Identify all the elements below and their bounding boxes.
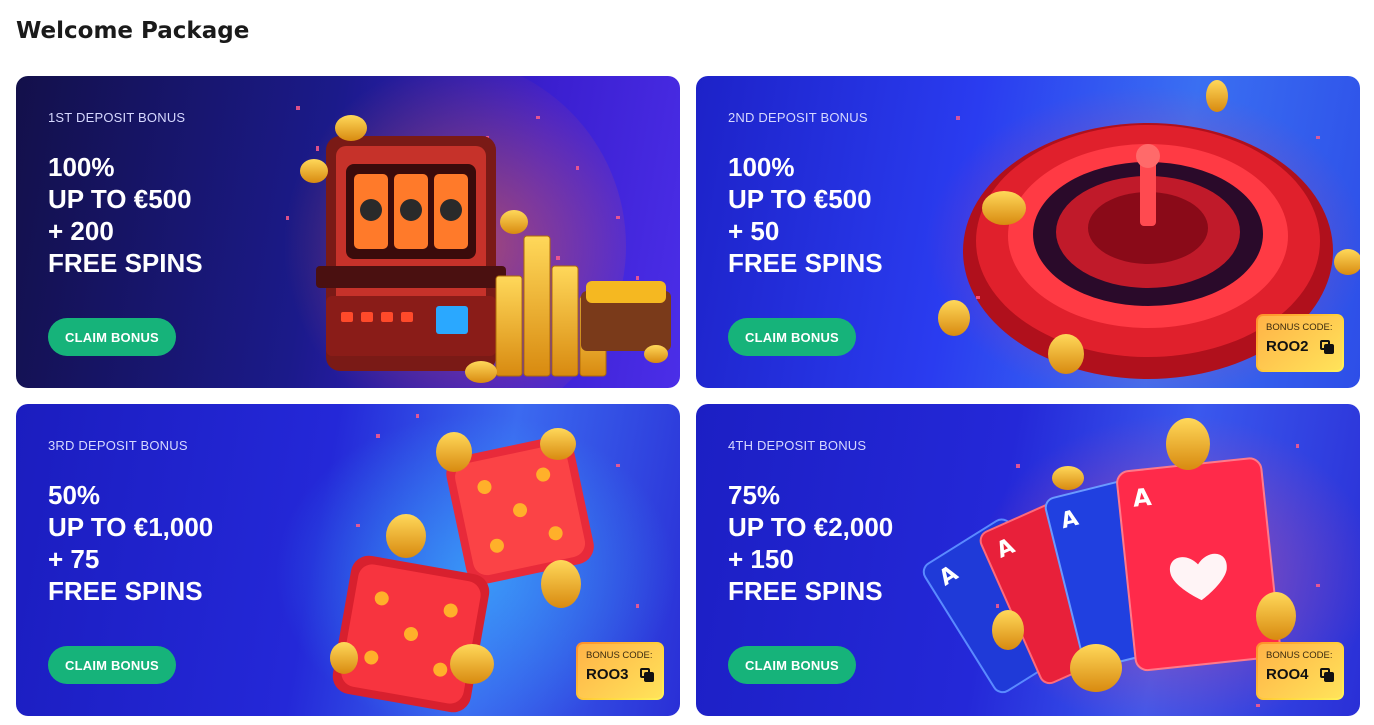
headline-line: FREE SPINS: [728, 576, 883, 606]
card-headline: 50% UP TO €1,000 + 75 FREE SPINS: [48, 479, 213, 607]
card-eyebrow: 4TH DEPOSIT BONUS: [728, 438, 867, 453]
claim-bonus-button[interactable]: CLAIM BONUS: [728, 646, 856, 684]
card-headline: 75% UP TO €2,000 + 150 FREE SPINS: [728, 479, 893, 607]
bonus-code-label: BONUS CODE:: [1266, 650, 1333, 661]
headline-line: UP TO €500: [48, 184, 192, 214]
card-headline: 100% UP TO €500 + 200 FREE SPINS: [48, 151, 203, 279]
card-text: 2ND DEPOSIT BONUS 100% UP TO €500 + 50 F…: [728, 110, 883, 279]
headline-line: + 200: [48, 216, 114, 246]
svg-text:A: A: [1131, 483, 1153, 513]
bonus-code-value: ROO2: [1266, 338, 1309, 355]
card-eyebrow: 1ST DEPOSIT BONUS: [48, 110, 186, 125]
bonus-card-3: 3RD DEPOSIT BONUS 50% UP TO €1,000 + 75 …: [16, 404, 680, 716]
bonus-card-2: 2ND DEPOSIT BONUS 100% UP TO €500 + 50 F…: [696, 76, 1360, 388]
headline-line: 100%: [48, 152, 115, 182]
card-eyebrow: 2ND DEPOSIT BONUS: [728, 110, 868, 125]
headline-line: + 50: [728, 216, 780, 246]
claim-bonus-button[interactable]: CLAIM BONUS: [48, 646, 176, 684]
bonus-code-box[interactable]: BONUS CODE: ROO4: [1256, 642, 1344, 700]
claim-bonus-button[interactable]: CLAIM BONUS: [48, 318, 176, 356]
bonus-code-box[interactable]: BONUS CODE: ROO3: [576, 642, 664, 700]
bonus-code-box[interactable]: BONUS CODE: ROO2: [1256, 314, 1344, 372]
headline-line: UP TO €500: [728, 184, 872, 214]
headline-line: 50%: [48, 480, 101, 510]
bonus-card-1: 1ST DEPOSIT BONUS 100% UP TO €500 + 200 …: [16, 76, 680, 388]
bonus-code-value: ROO4: [1266, 666, 1309, 683]
card-text: 3RD DEPOSIT BONUS 50% UP TO €1,000 + 75 …: [48, 438, 213, 607]
page-title: Welcome Package: [16, 18, 250, 44]
claim-bonus-button[interactable]: CLAIM BONUS: [728, 318, 856, 356]
headline-line: FREE SPINS: [48, 248, 203, 278]
headline-line: 100%: [728, 152, 795, 182]
headline-line: UP TO €2,000: [728, 512, 894, 542]
card-text: 1ST DEPOSIT BONUS 100% UP TO €500 + 200 …: [48, 110, 203, 279]
bonus-code-label: BONUS CODE:: [1266, 322, 1333, 333]
copy-icon[interactable]: [1320, 339, 1334, 354]
headline-line: + 150: [728, 544, 794, 574]
copy-icon[interactable]: [1320, 667, 1334, 682]
bonus-code-label: BONUS CODE:: [586, 650, 653, 661]
headline-line: UP TO €1,000: [48, 512, 214, 542]
welcome-package-grid: 1ST DEPOSIT BONUS 100% UP TO €500 + 200 …: [16, 76, 1360, 717]
card-headline: 100% UP TO €500 + 50 FREE SPINS: [728, 151, 883, 279]
copy-icon[interactable]: [640, 667, 654, 682]
headline-line: + 75: [48, 544, 100, 574]
card-eyebrow: 3RD DEPOSIT BONUS: [48, 438, 188, 453]
headline-line: 75%: [728, 480, 781, 510]
headline-line: FREE SPINS: [48, 576, 203, 606]
card-text: 4TH DEPOSIT BONUS 75% UP TO €2,000 + 150…: [728, 438, 893, 607]
headline-line: FREE SPINS: [728, 248, 883, 278]
bonus-card-4: A A A A 4TH DEPOSIT BONUS 75% UP TO €2,0…: [696, 404, 1360, 716]
bonus-code-value: ROO3: [586, 666, 629, 683]
